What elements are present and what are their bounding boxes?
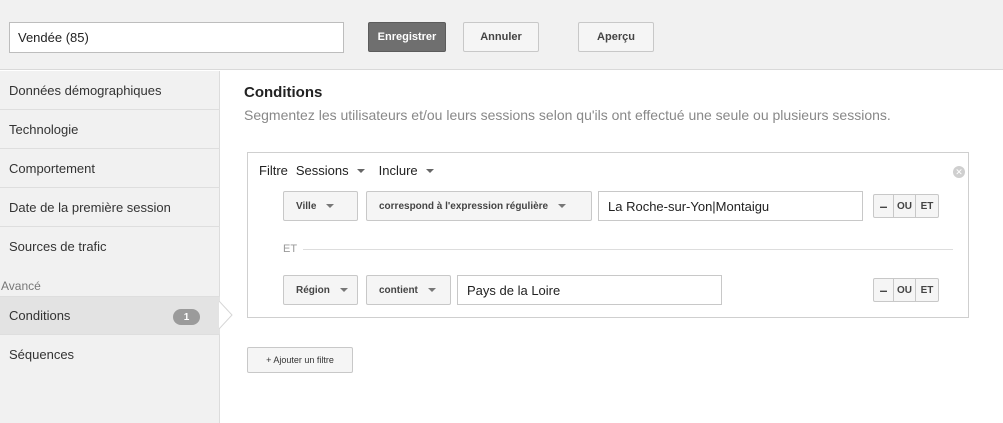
chevron-down-icon — [558, 204, 567, 208]
count-badge: 1 — [173, 309, 200, 325]
separator-line — [283, 249, 953, 250]
mode-dropdown[interactable]: Inclure — [379, 163, 434, 178]
chevron-down-icon — [326, 204, 335, 208]
mode-value: Inclure — [378, 163, 418, 178]
chevron-down-icon — [356, 168, 365, 173]
condition-actions: – OU ET — [873, 194, 939, 218]
and-button[interactable]: ET — [916, 279, 938, 301]
main-panel: Conditions Segmentez les utilisateurs et… — [221, 71, 1003, 423]
condition-value-input[interactable] — [598, 191, 863, 221]
sidebar-item-label: Données démographiques — [9, 82, 162, 98]
sidebar-item-label: Technologie — [9, 121, 79, 137]
and-button[interactable]: ET — [916, 195, 938, 217]
filter-box: Filtre Sessions Inclure ✕ Ville correspo… — [247, 152, 969, 318]
sidebar-item-behavior[interactable]: Comportement — [0, 149, 220, 188]
add-filter-button[interactable]: + Ajouter un filtre — [247, 347, 353, 373]
chevron-down-icon — [339, 288, 348, 292]
filter-label: Filtre — [259, 163, 288, 178]
dimension-dropdown[interactable]: Ville — [283, 191, 358, 221]
sidebar-item-sequences[interactable]: Séquences — [0, 335, 220, 374]
dimension-value: Région — [296, 284, 330, 296]
operator-value: contient — [379, 284, 418, 296]
condition-value-input[interactable] — [457, 275, 722, 305]
save-button[interactable]: Enregistrer — [368, 22, 446, 52]
dimension-dropdown[interactable]: Région — [283, 275, 358, 305]
page-description: Segmentez les utilisateurs et/ou leurs s… — [244, 107, 891, 123]
chevron-down-icon — [427, 288, 436, 292]
and-separator: ET — [283, 243, 953, 255]
sidebar-item-label: Sources de trafic — [9, 239, 107, 254]
separator-label: ET — [283, 243, 304, 255]
scope-dropdown[interactable]: Sessions — [296, 163, 365, 178]
filter-header: Filtre Sessions Inclure — [259, 163, 448, 178]
sidebar-section-advanced: Avancé — [1, 279, 41, 293]
chevron-down-icon — [425, 168, 434, 173]
sidebar-item-label: Conditions — [9, 308, 71, 323]
sidebar-item-label: Séquences — [9, 347, 75, 362]
page-title: Conditions — [244, 84, 323, 101]
remove-condition-button[interactable]: – — [874, 195, 894, 217]
or-button[interactable]: OU — [894, 279, 916, 301]
or-button[interactable]: OU — [894, 195, 916, 217]
sidebar-item-label: Date de la première session — [9, 199, 171, 215]
operator-dropdown[interactable]: contient — [366, 275, 451, 305]
sidebar-item-first-session-date[interactable]: Date de la première session — [0, 188, 220, 227]
dimension-value: Ville — [296, 200, 317, 212]
operator-dropdown[interactable]: correspond à l'expression régulière — [366, 191, 592, 221]
operator-value: correspond à l'expression régulière — [379, 200, 549, 212]
sidebar-item-conditions[interactable]: Conditions 1 — [0, 296, 220, 335]
scope-value: Sessions — [295, 163, 349, 178]
top-bar: Enregistrer Annuler Aperçu — [0, 0, 1003, 70]
remove-filter-icon[interactable]: ✕ — [953, 166, 965, 178]
sidebar-item-label: Comportement — [9, 160, 95, 176]
remove-condition-button[interactable]: – — [874, 279, 894, 301]
sidebar: Données démographiques Technologie Compo… — [0, 71, 220, 423]
cancel-button[interactable]: Annuler — [463, 22, 539, 52]
sidebar-item-technology[interactable]: Technologie — [0, 110, 220, 149]
segment-name-input[interactable] — [9, 22, 344, 53]
sidebar-item-traffic-sources[interactable]: Sources de trafic — [0, 227, 220, 266]
condition-actions: – OU ET — [873, 278, 939, 302]
preview-button[interactable]: Aperçu — [578, 22, 654, 52]
sidebar-item-demographics[interactable]: Données démographiques — [0, 71, 220, 110]
